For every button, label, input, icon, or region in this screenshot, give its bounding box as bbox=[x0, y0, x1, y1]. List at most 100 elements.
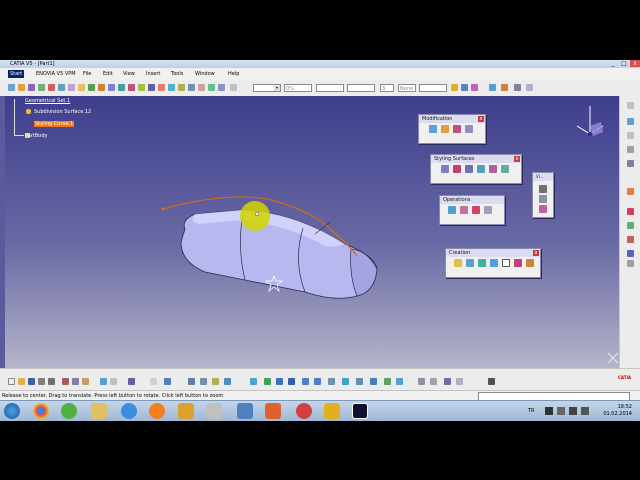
sweep-tool-icon[interactable] bbox=[88, 84, 95, 91]
point-tool-icon[interactable] bbox=[28, 84, 35, 91]
spline-tool-icon[interactable] bbox=[48, 84, 55, 91]
view-icon-2[interactable] bbox=[539, 195, 547, 203]
formula-icon[interactable] bbox=[150, 378, 157, 385]
visible-space-icon[interactable] bbox=[396, 378, 403, 385]
paint-icon[interactable] bbox=[324, 403, 340, 419]
operation-icon-2[interactable] bbox=[460, 206, 468, 214]
windows-start-icon[interactable] bbox=[4, 403, 20, 419]
3d-model-scene[interactable] bbox=[5, 96, 619, 368]
right-tool-icon-3[interactable] bbox=[627, 132, 634, 139]
undo-icon[interactable] bbox=[100, 378, 107, 385]
surface-icon-1[interactable] bbox=[441, 165, 449, 173]
shading-mode-icon[interactable] bbox=[356, 378, 363, 385]
zoom-in-icon[interactable] bbox=[302, 378, 309, 385]
language-indicator[interactable]: TR bbox=[528, 408, 535, 414]
curve-tool-icon[interactable] bbox=[18, 84, 25, 91]
home-icon[interactable] bbox=[265, 403, 281, 419]
operation-icon-3[interactable] bbox=[472, 206, 480, 214]
creation-icon-2[interactable] bbox=[466, 259, 474, 267]
swap-space-icon[interactable] bbox=[384, 378, 391, 385]
trim-tool-icon[interactable] bbox=[138, 84, 145, 91]
tool-icon[interactable] bbox=[178, 403, 194, 419]
rotate-tool-icon[interactable] bbox=[188, 84, 195, 91]
view-icon-3[interactable] bbox=[539, 205, 547, 213]
close-icon[interactable]: x bbox=[478, 116, 484, 122]
right-tool-icon-4[interactable] bbox=[627, 146, 634, 153]
close-icon[interactable]: x bbox=[533, 250, 539, 256]
analysis-bottom-icon-1[interactable] bbox=[418, 378, 425, 385]
right-tool-icon-1[interactable] bbox=[627, 102, 634, 109]
whats-this-icon[interactable] bbox=[128, 378, 135, 385]
layer-filter-combo[interactable] bbox=[419, 84, 447, 92]
menu-insert[interactable]: Insert bbox=[146, 70, 160, 78]
right-tool-icon-9[interactable] bbox=[627, 236, 634, 243]
normal-view-icon[interactable] bbox=[501, 84, 508, 91]
shading-icon[interactable] bbox=[514, 84, 521, 91]
right-tool-icon-7[interactable] bbox=[627, 208, 634, 215]
operation-icon-4[interactable] bbox=[484, 206, 492, 214]
swap-icon[interactable] bbox=[489, 84, 496, 91]
stretch-icon[interactable] bbox=[441, 125, 449, 133]
point-combo[interactable]: 3 bbox=[380, 84, 394, 92]
menu-window[interactable]: Window bbox=[195, 70, 215, 78]
linetype-combo[interactable] bbox=[316, 84, 344, 92]
minimize-button[interactable]: _ bbox=[608, 60, 618, 67]
analysis-bottom-icon-2[interactable] bbox=[430, 378, 437, 385]
macro-icon[interactable] bbox=[488, 378, 495, 385]
revolve-tool-icon[interactable] bbox=[78, 84, 85, 91]
quick-print-icon[interactable] bbox=[48, 378, 55, 385]
fill-tool-icon[interactable] bbox=[98, 84, 105, 91]
app-icon-red[interactable] bbox=[296, 403, 312, 419]
properties-icon[interactable] bbox=[461, 84, 468, 91]
fly-mode-icon[interactable] bbox=[250, 378, 257, 385]
maximize-button[interactable]: □ bbox=[619, 60, 629, 67]
analysis-bottom-icon-4[interactable] bbox=[456, 378, 463, 385]
ie-icon[interactable] bbox=[121, 403, 137, 419]
system-clock[interactable]: 18:52 01.02.2014 bbox=[603, 404, 632, 418]
save-icon[interactable] bbox=[28, 378, 35, 385]
translate-tool-icon[interactable] bbox=[178, 84, 185, 91]
menu-enovia[interactable]: ENOVIA V5 VPM bbox=[36, 70, 76, 78]
creation-icon-3[interactable] bbox=[478, 259, 486, 267]
hide-icon[interactable] bbox=[370, 378, 377, 385]
menu-start[interactable]: Start bbox=[8, 70, 25, 78]
match-icon[interactable] bbox=[465, 125, 473, 133]
close-button[interactable]: x bbox=[630, 60, 640, 67]
render-icon[interactable] bbox=[526, 84, 533, 91]
sketch-tool-icon[interactable] bbox=[218, 84, 225, 91]
print-icon[interactable] bbox=[38, 378, 45, 385]
extrude-tool-icon[interactable] bbox=[68, 84, 75, 91]
menu-edit[interactable]: Edit bbox=[103, 70, 113, 78]
surface-icon-2[interactable] bbox=[453, 165, 461, 173]
boundary-tool-icon[interactable] bbox=[148, 84, 155, 91]
zoom-out-icon[interactable] bbox=[314, 378, 321, 385]
compass-icon[interactable] bbox=[573, 102, 607, 142]
iso-view-icon[interactable] bbox=[342, 378, 349, 385]
media-player-icon[interactable] bbox=[149, 403, 165, 419]
extract-tool-icon[interactable] bbox=[158, 84, 165, 91]
new-icon[interactable] bbox=[8, 378, 15, 385]
catalog-icon[interactable] bbox=[188, 378, 195, 385]
copy-icon[interactable] bbox=[72, 378, 79, 385]
menu-help[interactable]: Help bbox=[228, 70, 239, 78]
chrome-icon[interactable] bbox=[33, 403, 49, 419]
right-tool-icon-6[interactable] bbox=[627, 188, 634, 195]
redo-icon[interactable] bbox=[110, 378, 117, 385]
pan-icon[interactable] bbox=[276, 378, 283, 385]
right-tool-icon-2[interactable] bbox=[627, 118, 634, 125]
menu-file[interactable]: File bbox=[83, 70, 91, 78]
surface-icon-3[interactable] bbox=[465, 165, 473, 173]
measure-icon[interactable] bbox=[224, 378, 231, 385]
view-icon-1[interactable] bbox=[539, 185, 547, 193]
open-icon[interactable] bbox=[18, 378, 25, 385]
cut-icon[interactable] bbox=[62, 378, 69, 385]
paste-icon[interactable] bbox=[82, 378, 89, 385]
catia-app-icon[interactable] bbox=[206, 403, 222, 419]
vlc-icon[interactable] bbox=[237, 403, 253, 419]
operation-icon-1[interactable] bbox=[448, 206, 456, 214]
tray-icons[interactable] bbox=[545, 407, 605, 415]
line-tool-icon[interactable] bbox=[8, 84, 15, 91]
creation-icon-5[interactable] bbox=[502, 259, 510, 267]
comment-icon[interactable] bbox=[164, 378, 171, 385]
analysis-bottom-icon-3[interactable] bbox=[444, 378, 451, 385]
